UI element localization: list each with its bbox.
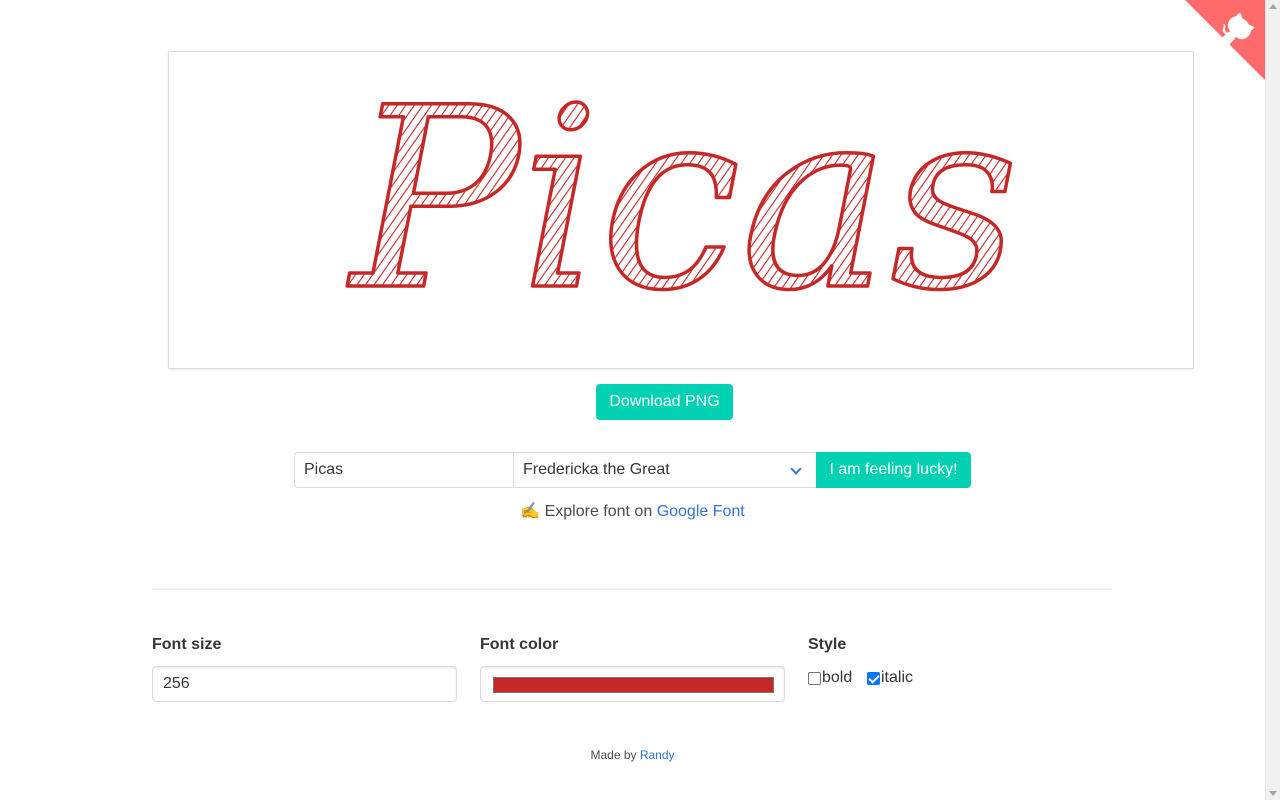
font-family-selected-value: Fredericka the Great — [523, 461, 670, 478]
font-color-picker[interactable] — [480, 666, 785, 702]
font-size-label: Font size — [152, 636, 222, 653]
bold-option[interactable]: bold — [808, 669, 852, 687]
font-preview-canvas: Picas — [168, 51, 1194, 369]
google-font-link[interactable]: Google Font — [657, 503, 745, 520]
scroll-down-arrow-icon[interactable] — [1269, 791, 1277, 796]
github-octocat-icon — [1185, 0, 1265, 80]
font-family-select[interactable]: Fredericka the Great — [513, 452, 817, 488]
download-png-button[interactable]: Download PNG — [596, 384, 733, 420]
italic-checkbox[interactable] — [867, 671, 880, 685]
bold-label: bold — [822, 669, 853, 686]
preview-text: Picas — [347, 54, 1019, 345]
github-corner-link[interactable] — [1185, 0, 1265, 80]
author-link[interactable]: Randy — [640, 748, 675, 762]
font-color-label: Font color — [480, 636, 559, 653]
explore-font-line: ✍️ Explore font on Google Font — [0, 501, 1265, 521]
italic-label: italic — [881, 669, 914, 686]
footer: Made by Randy — [0, 748, 1265, 762]
font-size-input[interactable]: 256 — [152, 666, 457, 702]
preview-text-input-value: Picas — [304, 461, 344, 478]
italic-option[interactable]: italic — [867, 669, 913, 687]
font-color-swatch — [493, 677, 774, 693]
footer-prefix: Made by — [590, 748, 637, 762]
preview-svg: Picas — [345, 52, 1021, 347]
vertical-scrollbar[interactable] — [1265, 0, 1280, 800]
style-label: Style — [808, 636, 847, 653]
font-size-value: 256 — [163, 675, 190, 692]
section-divider — [152, 588, 1112, 590]
chevron-down-icon — [790, 463, 802, 475]
bold-checkbox[interactable] — [808, 671, 821, 685]
scroll-up-arrow-icon[interactable] — [1269, 4, 1277, 9]
preview-text-input[interactable]: Picas — [294, 452, 514, 488]
explore-font-prefix: ✍️ Explore font on — [520, 503, 653, 520]
feeling-lucky-button[interactable]: I am feeling lucky! — [816, 452, 971, 488]
